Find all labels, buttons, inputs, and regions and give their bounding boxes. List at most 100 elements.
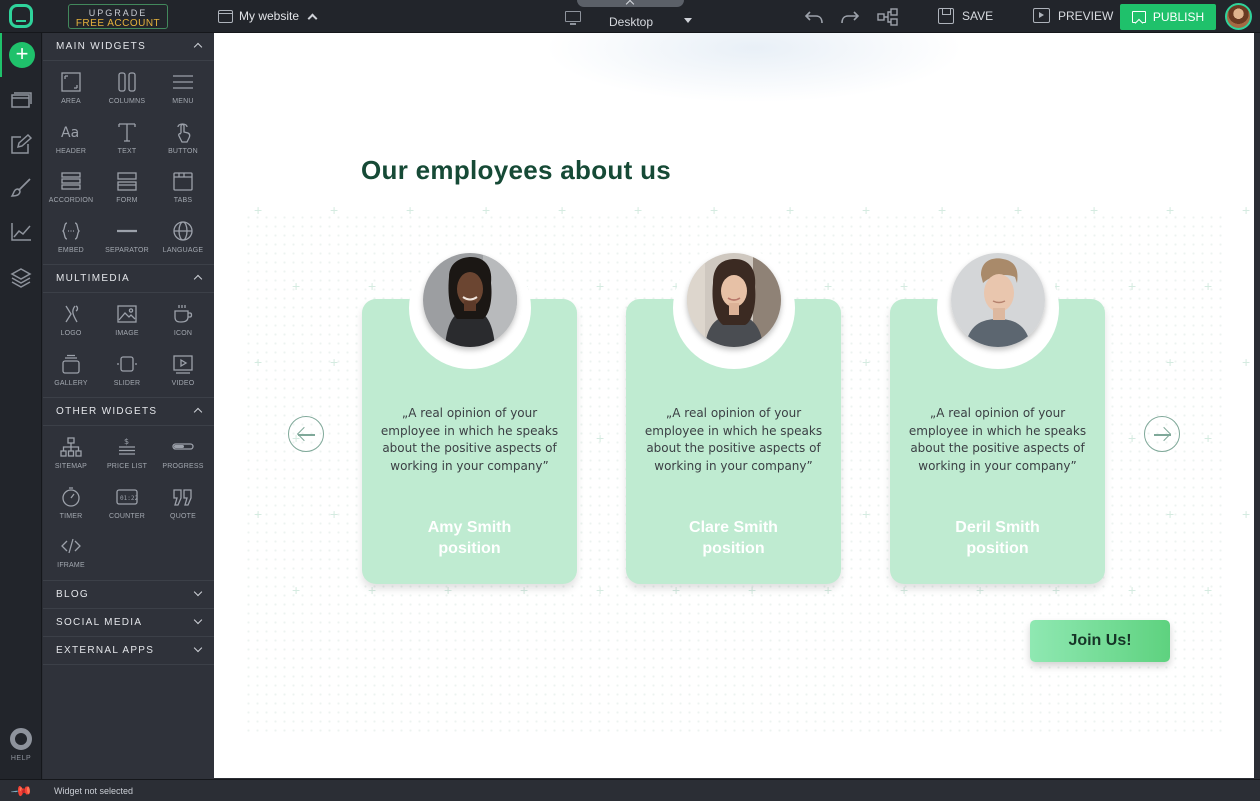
pattern-cross: + — [748, 582, 757, 598]
site-selector[interactable]: My website — [218, 9, 318, 23]
svg-text:01:22: 01:22 — [120, 495, 138, 502]
canvas-scroll-gutter — [1254, 33, 1260, 778]
pin-icon[interactable]: 📌 — [10, 779, 34, 801]
widget-label: TEXT — [117, 147, 137, 155]
sitemap-tree-icon[interactable] — [877, 8, 899, 29]
pattern-cross: + — [1242, 202, 1251, 218]
pattern-cross: + — [596, 430, 605, 446]
page-canvas[interactable]: + + + + + + + + + + + + + + + + + + + + + + + + + + + + + + + + + + + + + + + +… — [214, 33, 1254, 778]
pattern-cross: + — [444, 582, 453, 598]
pattern-cross: + — [292, 278, 301, 294]
widget-embed[interactable]: EMBED — [43, 214, 99, 264]
widget-label: SLIDER — [113, 379, 141, 387]
collapse-toolbar-handle[interactable] — [577, 0, 684, 7]
testimonial-name-block: Clare Smith position — [626, 517, 841, 559]
widget-area[interactable]: AREA — [43, 65, 99, 115]
video-icon — [173, 354, 193, 374]
widget-label: IMAGE — [115, 330, 139, 337]
widget-progress[interactable]: PROGRESS — [155, 430, 211, 480]
pages-icon[interactable] — [10, 89, 32, 109]
widget-quote[interactable]: QUOTE — [155, 480, 211, 530]
chevron-up-icon — [193, 42, 203, 52]
logo-icon — [65, 305, 79, 323]
widget-sitemap[interactable]: SITEMAP — [43, 430, 99, 480]
iframe-icon — [61, 538, 81, 554]
section-header-blog[interactable]: BLOG — [43, 581, 214, 609]
play-icon — [1033, 8, 1050, 23]
widget-video[interactable]: VIDEO — [155, 347, 211, 397]
widget-slider[interactable]: SLIDER — [99, 347, 155, 397]
widget-counter[interactable]: 01:22 COUNTER — [99, 480, 155, 530]
widget-form[interactable]: FORM — [99, 164, 155, 214]
upgrade-button[interactable]: UPGRADE FREE ACCOUNT — [68, 4, 168, 29]
app-logo-icon[interactable] — [9, 4, 33, 28]
join-us-button[interactable]: Join Us! — [1030, 620, 1170, 662]
employee-name: Clare Smith — [689, 519, 778, 536]
widget-label: PRICE LIST — [106, 463, 148, 470]
widget-accordion[interactable]: ACCORDION — [43, 164, 99, 214]
section-header-other-widgets[interactable]: OTHER WIDGETS — [43, 398, 214, 426]
section-header-main-widgets[interactable]: MAIN WIDGETS — [43, 33, 214, 61]
svg-text:$: $ — [124, 437, 129, 446]
widget-separator[interactable]: SEPARATOR — [99, 214, 155, 264]
widget-header[interactable]: Aa HEADER — [43, 115, 99, 165]
section-title[interactable]: Our employees about us — [361, 155, 671, 186]
widget-label: COUNTER — [108, 512, 145, 520]
widget-label: LANGUAGE — [162, 246, 204, 254]
save-button[interactable]: SAVE — [938, 8, 993, 24]
pattern-cross: + — [368, 582, 377, 598]
widget-button[interactable]: BUTTON — [155, 115, 211, 165]
widget-tabs[interactable]: TABS — [155, 164, 211, 214]
photo-ring — [409, 247, 531, 369]
pattern-cross: + — [1166, 354, 1175, 370]
widget-label: QUOTE — [170, 512, 196, 520]
add-widget-button[interactable]: + — [9, 42, 35, 68]
undo-icon[interactable] — [804, 8, 824, 29]
upgrade-label: UPGRADE — [88, 8, 148, 18]
chevron-down-icon — [193, 587, 203, 596]
widget-price-list[interactable]: $ PRICE LIST — [99, 430, 155, 480]
edit-icon[interactable] — [10, 133, 33, 154]
device-selector[interactable]: Desktop — [563, 10, 703, 32]
pattern-cross: + — [710, 202, 719, 218]
pattern-cross: + — [520, 582, 529, 598]
widget-logo[interactable]: LOGO — [43, 297, 99, 347]
pattern-cross: + — [862, 354, 871, 370]
widget-label: SEPARATOR — [105, 246, 149, 254]
widget-menu[interactable]: MENU — [155, 65, 211, 115]
preview-button[interactable]: PREVIEW — [1033, 8, 1113, 23]
widget-iframe[interactable]: IFRAME — [43, 529, 99, 579]
stats-icon[interactable] — [10, 222, 32, 242]
slider-next-arrow[interactable] — [1144, 416, 1180, 452]
widget-icon[interactable]: ICON — [155, 297, 211, 347]
widget-columns[interactable]: COLUMNS — [99, 65, 155, 115]
help-button[interactable]: HELP — [0, 728, 42, 762]
user-avatar[interactable] — [1225, 3, 1252, 30]
section-header-external-apps[interactable]: EXTERNAL APPS — [43, 637, 214, 665]
pattern-cross: + — [330, 354, 339, 370]
pattern-cross: + — [1090, 202, 1099, 218]
widget-timer[interactable]: TIMER — [43, 480, 99, 530]
section-title: BLOG — [56, 588, 89, 600]
pattern-cross: + — [292, 582, 301, 598]
publish-button[interactable]: PUBLISH — [1120, 4, 1216, 30]
widget-label: ICON — [173, 330, 193, 337]
redo-icon[interactable] — [840, 8, 860, 29]
slider-prev-arrow[interactable] — [288, 416, 324, 452]
pattern-cross: + — [1204, 430, 1213, 446]
layers-icon[interactable] — [10, 267, 32, 288]
widget-label: GALLERY — [54, 379, 88, 387]
widget-image[interactable]: IMAGE — [99, 297, 155, 347]
section-header-social-media[interactable]: SOCIAL MEDIA — [43, 609, 214, 637]
widget-text[interactable]: TEXT — [99, 115, 155, 165]
section-header-multimedia[interactable]: MULTIMEDIA — [43, 265, 214, 293]
globe-icon — [173, 220, 193, 241]
gallery-icon — [62, 354, 80, 374]
quote-icon — [173, 488, 192, 506]
widget-label: BUTTON — [168, 147, 198, 155]
widget-gallery[interactable]: GALLERY — [43, 347, 99, 397]
separator-icon — [117, 229, 137, 232]
brush-icon[interactable] — [10, 178, 32, 198]
employee-name: Deril Smith — [955, 519, 1040, 536]
widget-language[interactable]: LANGUAGE — [155, 214, 211, 264]
